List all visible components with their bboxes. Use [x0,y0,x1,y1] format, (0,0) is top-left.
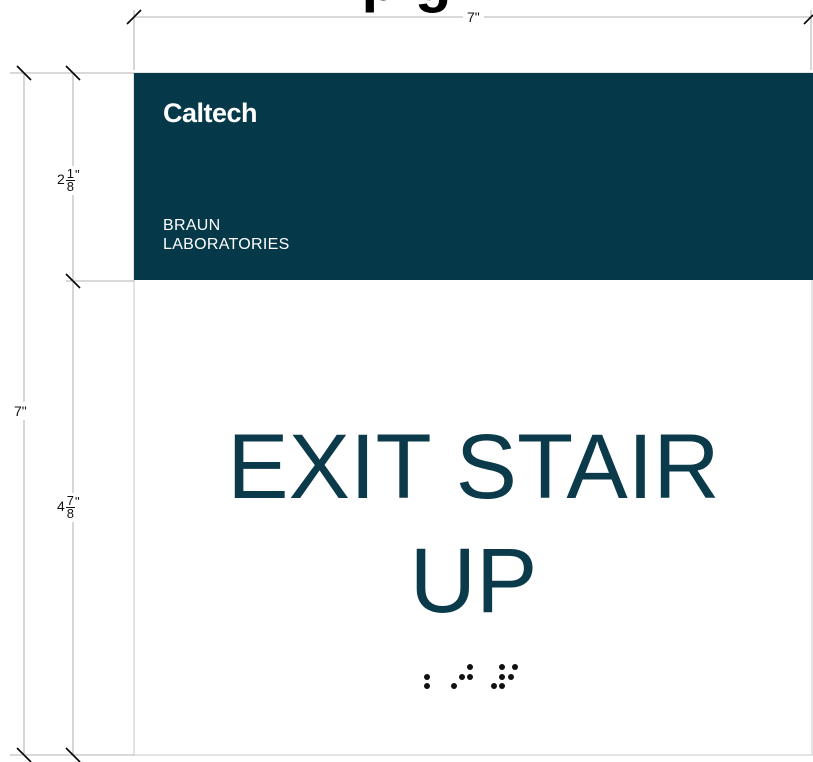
width-tick-right [803,14,813,25]
body-height-label: 4 7 8 " [57,493,80,522]
brand-logo: Caltech [163,98,258,128]
sign-message-line-2: UP [409,530,538,632]
building-name-line-2: LABORATORIES [163,236,290,253]
header-height-label: 2 1 8 " [57,166,80,195]
width-label: 7" [463,10,484,24]
sign-header-band: Caltech BRAUN LABORATORIES [134,73,813,280]
braille-dots-icon [422,662,532,692]
height-total-label: 7" [14,402,27,420]
building-name-line-1: BRAUN [163,217,221,234]
sign-message-line-1: EXIT STAIR [227,416,720,518]
building-name: BRAUN LABORATORIES [163,216,290,254]
